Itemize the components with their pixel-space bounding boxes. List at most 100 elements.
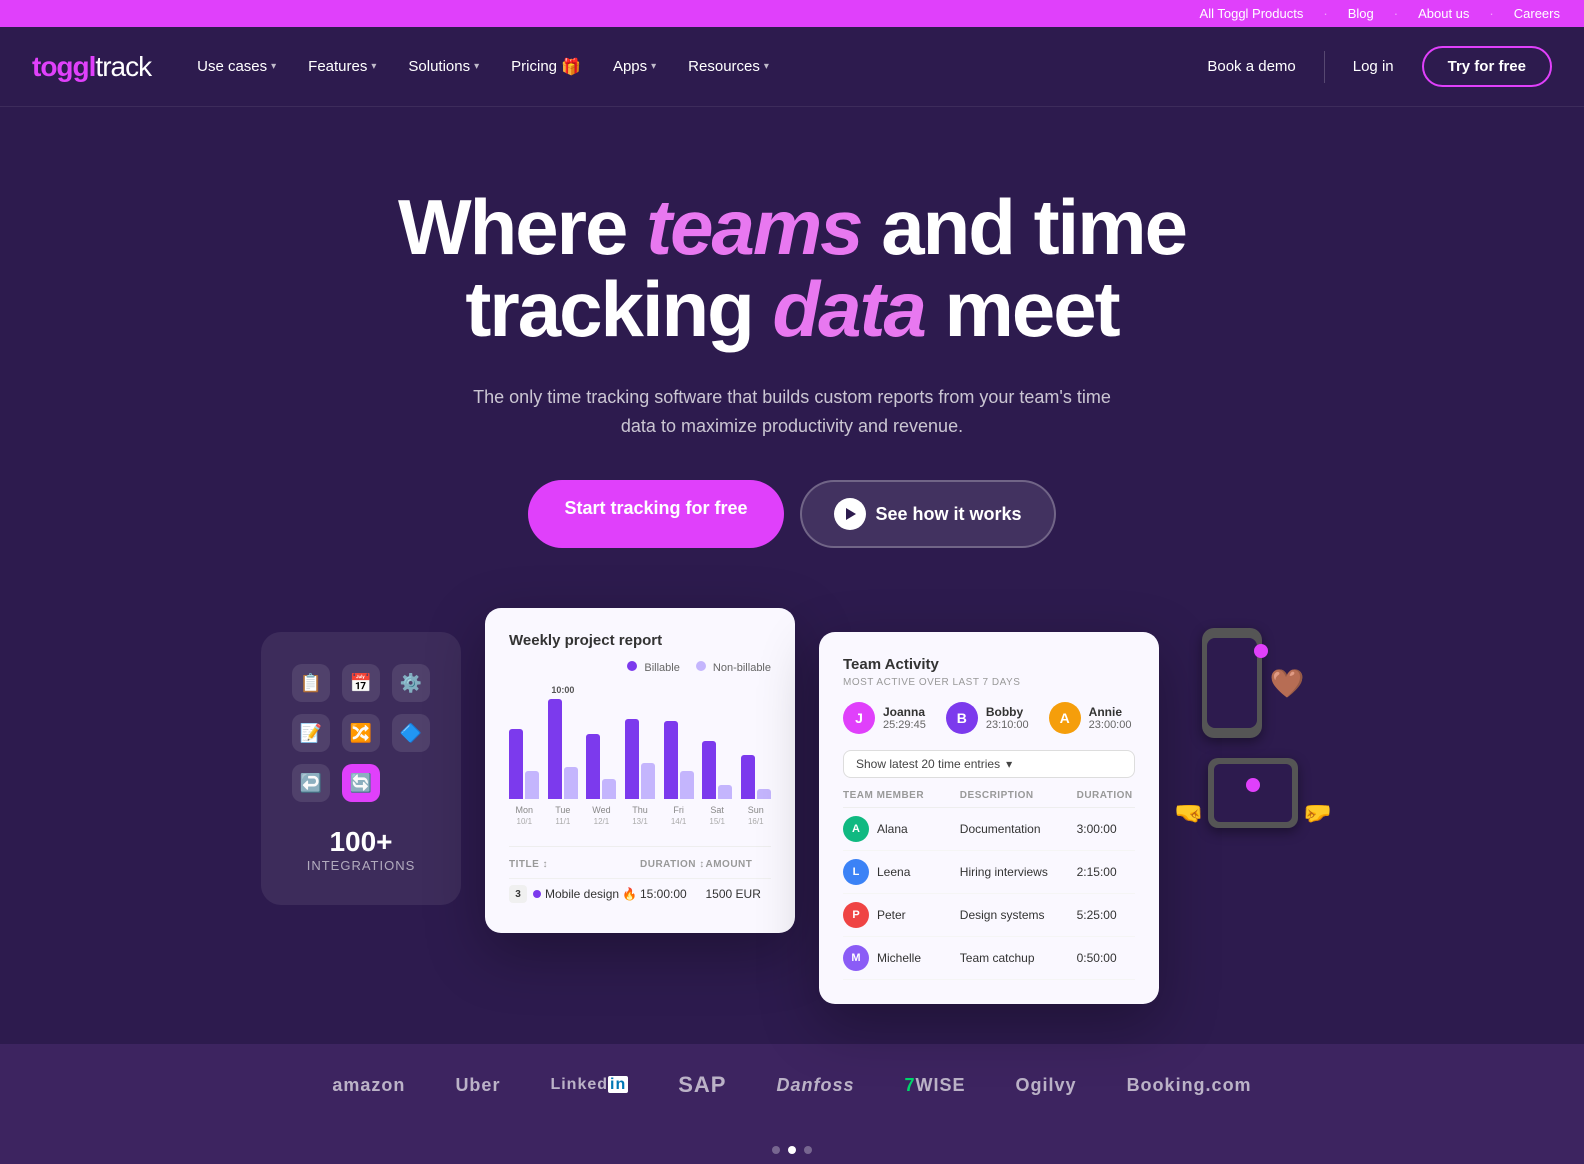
nav-resources[interactable]: Resources ▾ (674, 50, 783, 83)
table-row: M Michelle Team catchup 0:50:00 (843, 937, 1135, 980)
top-bar: All Toggl Products · Blog · About us · C… (0, 0, 1584, 27)
hero-section: Where teams and time tracking data meet … (342, 107, 1242, 608)
team-table-header: TEAM MEMBER DESCRIPTION DURATION (843, 790, 1135, 808)
separator: · (1323, 6, 1327, 21)
report-legend: Billable Non-billable (509, 661, 771, 674)
separator: · (1394, 6, 1398, 21)
chevron-down-icon: ▾ (764, 61, 769, 72)
integrations-count: 100+ (307, 826, 416, 858)
sap-logo: SAP (678, 1072, 726, 1098)
pagination-dot-2[interactable] (788, 1146, 796, 1154)
integration-icon-1: 📋 (292, 664, 330, 702)
weekly-report-card: Weekly project report Billable Non-billa… (485, 608, 795, 933)
amazon-logo: amazon (332, 1075, 405, 1096)
billable-dot (627, 661, 637, 671)
bar-billable-wed (586, 734, 600, 799)
bar-non-billable-sat (718, 785, 732, 799)
show-entries-button[interactable]: Show latest 20 time entries ▾ (843, 750, 1135, 778)
all-toggl-products-link[interactable]: All Toggl Products (1200, 6, 1304, 21)
top-member-annie: A Annie 23:00:00 (1049, 702, 1132, 734)
bar-chart: Mon 10/1 10:00 Tue 11/1 Wed (509, 690, 771, 830)
team-top-members: J Joanna 25:29:45 B Bobby 23:10:00 A Ann… (843, 702, 1135, 734)
nav-pricing[interactable]: Pricing 🎁 (497, 49, 595, 85)
integration-icon-2: 📅 (342, 664, 380, 702)
nav-features[interactable]: Features ▾ (294, 50, 390, 83)
hero-heading-teams: teams (646, 183, 861, 271)
integrations-card: 📋 📅 ⚙️ 📝 🔀 🔷 ↩️ 🔄 100+ INTEGRATIONS (261, 632, 461, 905)
chevron-down-icon: ▾ (651, 61, 656, 72)
logo-track: track (95, 51, 151, 83)
pagination-dot-1[interactable] (772, 1146, 780, 1154)
dashboard-area: 📋 📅 ⚙️ 📝 🔀 🔷 ↩️ 🔄 100+ INTEGRATIONS Week… (142, 608, 1442, 1004)
wise-logo: 7WISE (905, 1075, 966, 1096)
phone-screen (1207, 638, 1257, 728)
integration-icon-4: 📝 (292, 714, 330, 752)
bar-billable-mon (509, 729, 523, 799)
bar-non-billable-sun (757, 789, 771, 799)
pagination-dot-3[interactable] (804, 1146, 812, 1154)
danfoss-logo: Danfoss (776, 1075, 854, 1096)
legend-non-billable: Non-billable (696, 661, 771, 674)
bar-non-billable-tue (564, 767, 578, 799)
team-activity-title: Team Activity (843, 656, 1135, 673)
integration-icon-5: 🔀 (342, 714, 380, 752)
nav-solutions[interactable]: Solutions ▾ (394, 50, 493, 83)
avatar-joanna: J (843, 702, 875, 734)
chevron-down-icon: ▾ (1006, 757, 1012, 771)
login-button[interactable]: Log in (1341, 50, 1406, 83)
avatar-annie: A (1049, 702, 1081, 734)
separator: · (1489, 6, 1493, 21)
nav-right: Book a demo Log in Try for free (1195, 46, 1552, 87)
try-free-button[interactable]: Try for free (1422, 46, 1552, 87)
chevron-down-icon: ▾ (271, 61, 276, 72)
careers-link[interactable]: Careers (1514, 6, 1560, 21)
report-table-header: TITLE ↕ DURATION ↕ AMOUNT (509, 859, 771, 878)
main-nav: toggl track Use cases ▾ Features ▾ Solut… (0, 27, 1584, 107)
phone-body (1202, 628, 1262, 738)
integration-icon-6: 🔷 (392, 714, 430, 752)
team-activity-card: Team Activity MOST ACTIVE OVER LAST 7 DA… (819, 632, 1159, 1004)
hero-subtitle: The only time tracking software that bui… (472, 383, 1112, 441)
pagination-dots (0, 1126, 1584, 1164)
blog-link[interactable]: Blog (1348, 6, 1374, 21)
tablet-screen (1214, 764, 1292, 822)
bar-tue: 10:00 Tue 11/1 (548, 685, 579, 826)
device-illustration: 🤎 🤜 🤛 (1183, 628, 1323, 828)
right-hand-icon: 🤛 (1302, 799, 1332, 828)
start-tracking-button[interactable]: Start tracking for free (528, 480, 783, 548)
hand-icon: 🤎 (1270, 667, 1305, 700)
hero-heading-meet: meet (925, 265, 1119, 353)
book-demo-button[interactable]: Book a demo (1195, 50, 1307, 83)
bar-billable-thu (625, 719, 639, 799)
hero-buttons: Start tracking for free See how it works (362, 480, 1222, 548)
bar-billable-fri (664, 721, 678, 799)
top-member-joanna: J Joanna 25:29:45 (843, 702, 926, 734)
gift-icon: 🎁 (561, 57, 581, 77)
report-table: TITLE ↕ DURATION ↕ AMOUNT 3 Mobile desig… (509, 846, 771, 909)
avatar-bobby: B (946, 702, 978, 734)
tablet-body (1208, 758, 1298, 828)
legend-billable: Billable (627, 661, 680, 674)
integration-icon-3: ⚙️ (392, 664, 430, 702)
bar-non-billable-thu (641, 763, 655, 799)
see-how-label: See how it works (876, 504, 1022, 525)
uber-logo: Uber (455, 1075, 500, 1096)
avatar-peter: P (843, 902, 869, 928)
partners-bar: amazon Uber Linkedin SAP Danfoss 7WISE O… (0, 1044, 1584, 1126)
see-how-button[interactable]: See how it works (800, 480, 1056, 548)
pink-circle (1254, 644, 1268, 658)
nav-use-cases[interactable]: Use cases ▾ (183, 50, 290, 83)
non-billable-dot (696, 661, 706, 671)
avatar-michelle: M (843, 945, 869, 971)
bar-fri: Fri 14/1 (663, 717, 694, 826)
logo[interactable]: toggl track (32, 51, 151, 83)
hero-heading-where: Where (398, 183, 646, 271)
hero-heading-and-time: and time (862, 183, 1186, 271)
booking-logo: Booking.com (1127, 1075, 1252, 1096)
bar-thu: Thu 13/1 (625, 715, 656, 826)
about-link[interactable]: About us (1418, 6, 1469, 21)
report-title: Weekly project report (509, 632, 771, 649)
hero-heading-data: data (772, 265, 924, 353)
phone-illustration: 🤎 (1202, 628, 1305, 738)
nav-apps[interactable]: Apps ▾ (599, 50, 670, 83)
